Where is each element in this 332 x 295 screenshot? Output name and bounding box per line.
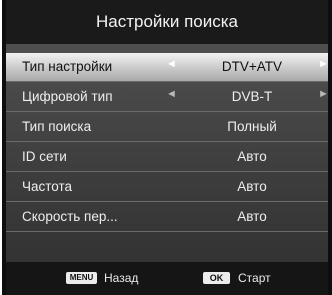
divider [6,141,328,142]
setting-value: Полный [227,119,277,134]
setting-value: Авто [237,149,267,164]
divider [6,231,328,232]
setting-value: DTV+ATV [221,59,283,74]
setting-label: ID сети [22,149,67,164]
divider [6,111,328,112]
settings-list: Тип настройки ◄ DTV+ATV ► Цифровой тип ◄… [6,44,329,262]
setting-row-digital-type[interactable]: Цифровой тип ◄ DVB-T ► [6,83,329,111]
setting-label: Цифровой тип [22,89,113,104]
setting-row-symbol-rate[interactable]: Скорость пер... Авто [6,203,328,231]
setting-row-tuning-type[interactable]: Тип настройки ◄ DTV+ATV ► [6,53,329,81]
left-arrow-icon[interactable]: ◄ [166,88,177,100]
setting-label: Тип поиска [22,119,92,134]
page-title: Настройки поиска [95,12,238,31]
divider [6,201,328,202]
back-label: Назад [104,271,139,285]
setting-value: Авто [237,209,267,224]
setting-label: Скорость пер... [22,209,118,224]
setting-row-network-id[interactable]: ID сети Авто [6,143,328,171]
setting-label: Тип настройки [22,59,113,74]
left-arrow-icon[interactable]: ◄ [166,58,177,70]
setting-value: DVB-T [231,89,273,104]
setting-row-frequency[interactable]: Частота Авто [6,173,328,201]
search-settings-panel: Настройки поиска Тип настройки ◄ DTV+ATV… [6,0,329,295]
right-arrow-icon[interactable]: ► [318,88,329,100]
divider [6,81,328,82]
setting-value: Авто [237,179,267,194]
button-hint-bar: MENU Назад OK Старт [6,262,328,295]
menu-key-icon[interactable]: MENU [66,272,97,284]
start-label: Старт [238,271,271,285]
setting-row-scan-type[interactable]: Тип поиска Полный [6,113,328,141]
ok-key-icon[interactable]: OK [203,272,230,284]
divider [6,171,328,172]
setting-label: Частота [22,179,73,194]
right-arrow-icon[interactable]: ► [318,58,329,70]
tv-screen-frame: Настройки поиска Тип настройки ◄ DTV+ATV… [2,0,332,295]
